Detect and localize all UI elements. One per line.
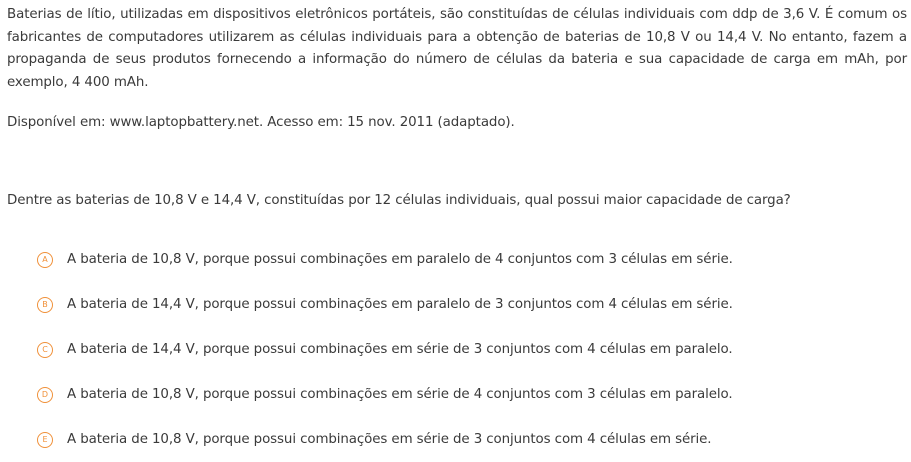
context-paragraph: Baterias de lítio, utilizadas em disposi…: [7, 7, 907, 90]
option-letter-badge[interactable]: B: [37, 296, 53, 313]
option-c[interactable]: C A bateria de 14,4 V, porque possui com…: [7, 327, 907, 372]
option-letter-badge[interactable]: E: [37, 431, 53, 448]
option-letter-badge[interactable]: A: [37, 251, 53, 268]
option-text[interactable]: A bateria de 14,4 V, porque possui combi…: [67, 296, 733, 314]
option-text[interactable]: A bateria de 10,8 V, porque possui combi…: [67, 251, 733, 269]
answer-options: A A bateria de 10,8 V, porque possui com…: [7, 237, 907, 462]
option-b[interactable]: B A bateria de 14,4 V, porque possui com…: [7, 282, 907, 327]
option-text[interactable]: A bateria de 10,8 V, porque possui combi…: [67, 386, 733, 404]
option-a[interactable]: A A bateria de 10,8 V, porque possui com…: [7, 237, 907, 282]
option-text[interactable]: A bateria de 10,8 V, porque possui combi…: [67, 431, 712, 449]
option-e[interactable]: E A bateria de 10,8 V, porque possui com…: [7, 417, 907, 462]
source-citation: Disponível em: www.laptopbattery.net. Ac…: [7, 115, 515, 130]
option-letter-badge[interactable]: C: [37, 341, 53, 358]
question-page: Baterias de lítio, utilizadas em disposi…: [7, 0, 907, 462]
option-text[interactable]: A bateria de 14,4 V, porque possui combi…: [67, 341, 733, 359]
option-d[interactable]: D A bateria de 10,8 V, porque possui com…: [7, 372, 907, 417]
option-letter-badge[interactable]: D: [37, 386, 53, 403]
question-prompt: Dentre as baterias de 10,8 V e 14,4 V, c…: [7, 193, 791, 208]
